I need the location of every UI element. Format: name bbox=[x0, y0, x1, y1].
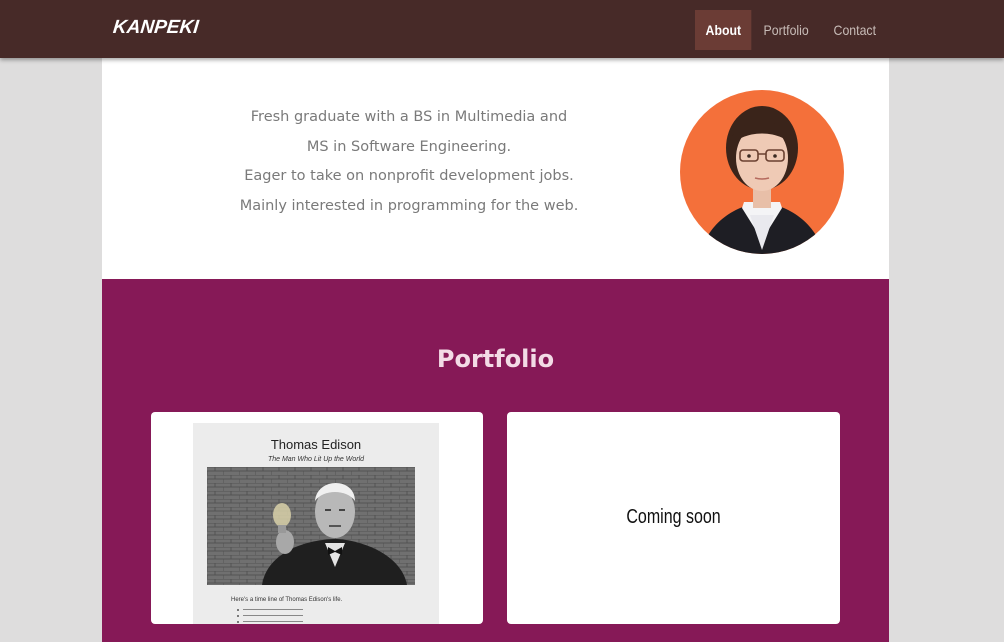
portfolio-heading: Portfolio bbox=[436, 345, 555, 373]
coming-soon-text: Coming soon bbox=[626, 506, 721, 528]
project-thumbnail[interactable]: Thomas Edison The Man Who Lit Up the Wor… bbox=[193, 423, 439, 624]
nav-link-portfolio[interactable]: Portfolio bbox=[753, 10, 819, 50]
photo-caption-line bbox=[193, 588, 439, 592]
profile-avatar bbox=[680, 90, 844, 254]
bio-line: MS in Software Engineering. bbox=[306, 138, 512, 155]
timeline-item bbox=[237, 613, 417, 618]
thumbnail-title: Thomas Edison bbox=[270, 437, 362, 452]
thumbnail-body-text: Here's a time line of Thomas Edison's li… bbox=[231, 597, 343, 603]
edison-photo bbox=[207, 467, 415, 585]
about-section: Fresh graduate with a BS in Multimedia a… bbox=[102, 58, 889, 279]
main-nav: About Portfolio Contact bbox=[695, 10, 889, 50]
bio-line: Fresh graduate with a BS in Multimedia a… bbox=[250, 109, 568, 125]
avatar-portrait bbox=[700, 106, 824, 254]
nav-link-about[interactable]: About bbox=[695, 10, 752, 50]
edison-photo-image bbox=[207, 467, 415, 585]
timeline-item bbox=[237, 607, 417, 612]
navbar: KANPEKI About Portfolio Contact bbox=[0, 0, 1004, 58]
bio-line: Mainly interested in programming for the… bbox=[239, 197, 579, 214]
brand-logo[interactable]: KANPEKI bbox=[112, 17, 200, 39]
timeline-item bbox=[237, 619, 417, 624]
nav-link-contact[interactable]: Contact bbox=[823, 10, 887, 50]
bio-text: Fresh graduate with a BS in Multimedia a… bbox=[207, 103, 611, 221]
portfolio-section: Portfolio Thomas Edison The Man Who Lit … bbox=[102, 279, 889, 642]
page-container: Fresh graduate with a BS in Multimedia a… bbox=[102, 58, 889, 642]
bio-line: Eager to take on nonprofit development j… bbox=[244, 168, 574, 184]
portfolio-card-edison[interactable]: Thomas Edison The Man Who Lit Up the Wor… bbox=[151, 412, 483, 624]
portfolio-card-coming-soon[interactable]: Coming soon bbox=[507, 412, 840, 624]
thumbnail-subtitle: The Man Who Lit Up the World bbox=[267, 456, 365, 463]
timeline-list bbox=[237, 607, 417, 624]
